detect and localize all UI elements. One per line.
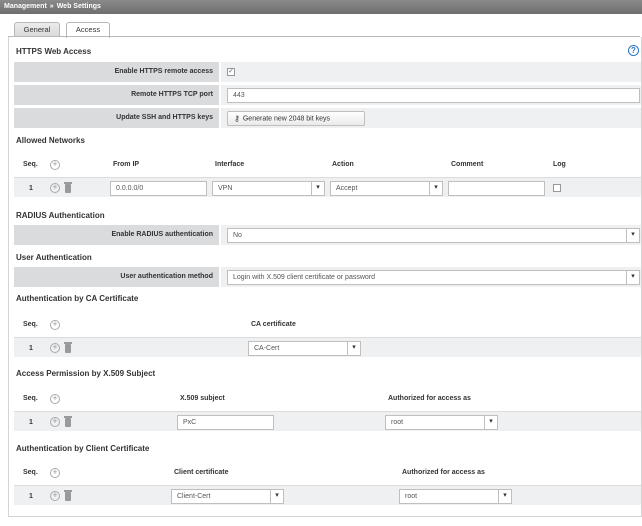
chevron-down-icon: ▾ bbox=[347, 342, 360, 355]
interface-select[interactable]: VPN ▾ bbox=[212, 181, 325, 196]
client-authorized-value: root bbox=[405, 493, 418, 500]
insert-row-icon[interactable]: + bbox=[50, 343, 60, 353]
section-title-client: Authentication by Client Certificate bbox=[16, 444, 150, 453]
row-update-keys: Update SSH and HTTPS keys ⚷ Generate new … bbox=[14, 108, 641, 128]
chevron-down-icon: ▾ bbox=[429, 182, 442, 195]
update-keys-value: ⚷ Generate new 2048 bit keys bbox=[221, 108, 641, 128]
header-client-certificate: Client certificate bbox=[174, 469, 229, 476]
delete-icon[interactable] bbox=[64, 490, 72, 501]
section-title-ca: Authentication by CA Certificate bbox=[16, 294, 139, 303]
enable-https-label: Enable HTTPS remote access bbox=[14, 62, 219, 82]
client-cert-value: Client-Cert bbox=[177, 493, 211, 500]
radius-value: No bbox=[233, 232, 242, 239]
table-row: 1 + CA-Cert ▾ bbox=[14, 337, 641, 357]
row-seq: 1 bbox=[29, 185, 33, 192]
ca-cert-select[interactable]: CA-Cert ▾ bbox=[248, 341, 361, 356]
help-icon[interactable]: ? bbox=[628, 45, 639, 56]
header-seq: Seq. bbox=[23, 161, 38, 168]
row-seq: 1 bbox=[29, 345, 33, 352]
table-row: 1 + 0.0.0.0/0 VPN ▾ Accept ▾ bbox=[14, 177, 641, 197]
https-port-input[interactable]: 443 bbox=[227, 88, 640, 103]
row-seq: 1 bbox=[29, 493, 33, 500]
user-auth-select[interactable]: Login with X.509 client certificate or p… bbox=[227, 270, 640, 285]
breadcrumb-bar: Management» Web Settings bbox=[0, 0, 642, 14]
add-row-icon[interactable]: + bbox=[50, 160, 60, 170]
add-row-icon[interactable]: + bbox=[50, 394, 60, 404]
https-port-label: Remote HTTPS TCP port bbox=[14, 85, 219, 105]
chevron-down-icon: ▾ bbox=[626, 271, 639, 284]
update-keys-label: Update SSH and HTTPS keys bbox=[14, 108, 219, 128]
header-comment: Comment bbox=[451, 161, 484, 168]
section-title-user-auth: User Authentication bbox=[16, 253, 92, 262]
log-checkbox[interactable] bbox=[553, 184, 561, 192]
chevron-down-icon: ▾ bbox=[484, 416, 497, 429]
add-row-icon[interactable]: + bbox=[50, 320, 60, 330]
section-title-https: HTTPS Web Access bbox=[16, 47, 92, 56]
insert-row-icon[interactable]: + bbox=[50, 491, 60, 501]
breadcrumb-separator: » bbox=[49, 3, 54, 10]
delete-icon[interactable] bbox=[64, 182, 72, 193]
action-select[interactable]: Accept ▾ bbox=[330, 181, 443, 196]
user-auth-value-cell: Login with X.509 client certificate or p… bbox=[221, 267, 641, 287]
radius-select[interactable]: No ▾ bbox=[227, 228, 640, 243]
add-row-icon[interactable]: + bbox=[50, 468, 60, 478]
header-seq: Seq. bbox=[23, 469, 38, 476]
x509-authorized-select[interactable]: root ▾ bbox=[385, 415, 498, 430]
section-title-radius: RADIUS Authentication bbox=[16, 211, 105, 220]
user-auth-value: Login with X.509 client certificate or p… bbox=[233, 274, 376, 281]
from-ip-input[interactable]: 0.0.0.0/0 bbox=[110, 181, 207, 196]
x509-authorized-value: root bbox=[391, 419, 404, 426]
header-x509-subject: X.509 subject bbox=[180, 395, 225, 402]
row-radius: Enable RADIUS authentication No ▾ bbox=[14, 225, 641, 245]
row-seq: 1 bbox=[29, 419, 33, 426]
enable-https-checkbox[interactable]: ✓ bbox=[227, 68, 235, 76]
header-action: Action bbox=[332, 161, 354, 168]
user-auth-label: User authentication method bbox=[14, 267, 219, 287]
header-authorized: Authorized for access as bbox=[388, 395, 471, 402]
x509-subject-input[interactable]: PxC bbox=[177, 415, 274, 430]
delete-icon[interactable] bbox=[64, 342, 72, 353]
radius-label: Enable RADIUS authentication bbox=[14, 225, 219, 245]
chevron-down-icon: ▾ bbox=[498, 490, 511, 503]
header-ca-certificate: CA certificate bbox=[251, 321, 296, 328]
breadcrumb-current: Web Settings bbox=[56, 3, 101, 10]
header-interface: Interface bbox=[215, 161, 245, 168]
breadcrumb-root[interactable]: Management bbox=[4, 3, 47, 10]
table-row: 1 + PxC root ▾ bbox=[14, 411, 641, 431]
generate-keys-button[interactable]: ⚷ Generate new 2048 bit keys bbox=[227, 111, 365, 126]
client-cert-select[interactable]: Client-Cert ▾ bbox=[171, 489, 284, 504]
client-authorized-select[interactable]: root ▾ bbox=[399, 489, 512, 504]
row-user-auth: User authentication method Login with X.… bbox=[14, 267, 641, 287]
interface-value: VPN bbox=[218, 185, 233, 192]
enable-https-value: ✓ bbox=[221, 62, 641, 82]
header-seq: Seq. bbox=[23, 395, 38, 402]
header-log: Log bbox=[553, 161, 566, 168]
header-authorized: Authorized for access as bbox=[402, 469, 485, 476]
ca-cert-value: CA-Cert bbox=[254, 345, 280, 352]
row-enable-https: Enable HTTPS remote access ✓ bbox=[14, 62, 641, 82]
header-seq: Seq. bbox=[23, 321, 38, 328]
chevron-down-icon: ▾ bbox=[311, 182, 324, 195]
chevron-down-icon: ▾ bbox=[270, 490, 283, 503]
comment-input[interactable] bbox=[448, 181, 545, 196]
https-port-value: 443 bbox=[221, 85, 641, 105]
generate-keys-label: Generate new 2048 bit keys bbox=[242, 115, 331, 123]
action-value: Accept bbox=[336, 185, 358, 192]
tab-general[interactable]: General bbox=[14, 22, 60, 37]
radius-value-cell: No ▾ bbox=[221, 225, 641, 245]
header-from-ip: From IP bbox=[113, 161, 140, 168]
table-row: 1 + Client-Cert ▾ root ▾ bbox=[14, 485, 641, 505]
delete-icon[interactable] bbox=[64, 416, 72, 427]
section-title-allowed-networks: Allowed Networks bbox=[16, 136, 85, 145]
insert-row-icon[interactable]: + bbox=[50, 183, 60, 193]
row-https-port: Remote HTTPS TCP port 443 bbox=[14, 85, 641, 105]
insert-row-icon[interactable]: + bbox=[50, 417, 60, 427]
chevron-down-icon: ▾ bbox=[626, 229, 639, 242]
section-title-x509: Access Permission by X.509 Subject bbox=[16, 369, 156, 378]
key-icon: ⚷ bbox=[234, 114, 240, 123]
